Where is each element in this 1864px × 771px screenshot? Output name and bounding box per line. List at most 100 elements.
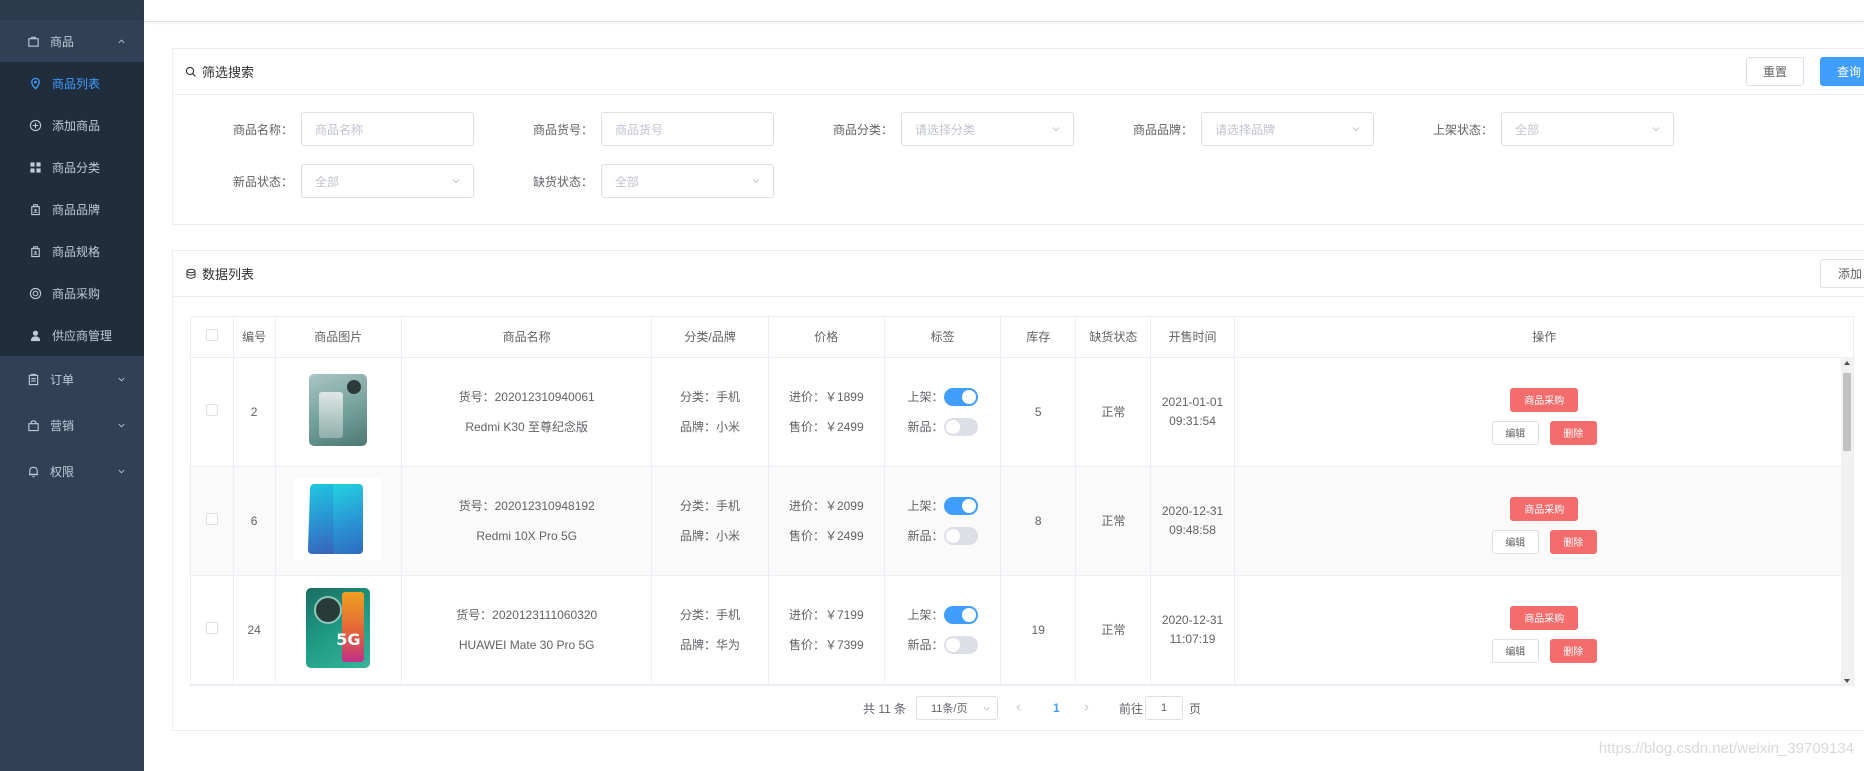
sidebar-item-goods-category[interactable]: 商品分类 xyxy=(0,146,144,188)
sale-date: 2021-01-01 xyxy=(1161,394,1224,409)
page-size-select[interactable]: 11条/页 xyxy=(916,696,998,720)
data-card-header: 数据列表 xyxy=(173,251,1864,297)
grid-icon xyxy=(28,160,42,174)
category-select-value: 请选择分类 xyxy=(915,122,976,137)
stockout-select-value: 全部 xyxy=(615,174,640,189)
cell-image xyxy=(275,466,402,576)
sidebar-item-label: 添加商品 xyxy=(52,118,101,133)
row-checkbox[interactable] xyxy=(205,513,218,525)
sidebar-top xyxy=(0,0,144,20)
category-select[interactable]: 请选择分类 xyxy=(901,112,1074,146)
delete-button[interactable]: 删除 xyxy=(1549,638,1597,663)
select-all-checkbox[interactable] xyxy=(205,329,218,342)
new-select[interactable]: 全部 xyxy=(301,164,474,198)
form-item-stockout: 缺货状态： 全部 xyxy=(473,164,774,198)
query-button[interactable]: 查询 xyxy=(1820,57,1864,86)
sn-input[interactable]: 商品货号 xyxy=(601,112,774,146)
sidebar-item-goods-list[interactable]: 商品列表 xyxy=(0,62,144,104)
sidebar-item-label: 供应商管理 xyxy=(52,328,113,343)
cell-name: 货号：2020123111060320 HUAWEI Mate 30 Pro 5… xyxy=(401,575,653,685)
cell-tags: 上架： 新品： xyxy=(884,575,1002,685)
menu-group-permission[interactable]: 权限 xyxy=(0,448,144,494)
scroll-up-icon[interactable] xyxy=(1843,359,1851,367)
reset-button[interactable]: 重置 xyxy=(1746,57,1804,86)
cell-sale-time: 2020-12-31 11:07:19 xyxy=(1150,575,1235,685)
product-name: Redmi K30 至尊纪念版 xyxy=(465,419,589,434)
publish-select[interactable]: 全部 xyxy=(1501,112,1674,146)
delete-button[interactable]: 删除 xyxy=(1549,420,1597,445)
filter-title: 筛选搜索 xyxy=(202,65,255,80)
pagination: 共 11 条 11条/页 1 前往 1 页 xyxy=(173,696,1864,720)
menu-group-marketing[interactable]: 营销 xyxy=(0,402,144,448)
new-switch[interactable] xyxy=(943,635,978,654)
edit-button[interactable]: 编辑 xyxy=(1491,420,1539,445)
product-sn: 货号：2020123111060320 xyxy=(456,607,598,622)
current-page[interactable]: 1 xyxy=(1053,701,1060,715)
row-checkbox[interactable] xyxy=(205,622,218,634)
new-switch[interactable] xyxy=(943,417,978,436)
name-input[interactable]: 商品名称 xyxy=(301,112,474,146)
sidebar-item-add-goods[interactable]: 添加商品 xyxy=(0,104,144,146)
purchase-button[interactable]: 商品采购 xyxy=(1510,605,1579,630)
purchase-button[interactable]: 商品采购 xyxy=(1510,496,1579,521)
location-icon xyxy=(28,76,42,90)
goto-label: 前往 xyxy=(1119,701,1144,716)
cell-actions: 商品采购 编辑 删除 xyxy=(1234,466,1853,576)
add-button[interactable]: 添加 xyxy=(1820,259,1864,288)
table-row: 6 货号：202012310948192 Redmi 10X Pro 5G 分类… xyxy=(191,466,1853,576)
sidebar-item-supplier[interactable]: 供应商管理 xyxy=(0,314,144,356)
scroll-down-icon[interactable] xyxy=(1843,677,1851,685)
column-header: 操作 xyxy=(1234,317,1853,358)
brand-select-value: 请选择品牌 xyxy=(1215,122,1276,137)
new-tag-label: 新品： xyxy=(907,638,944,652)
bag-icon xyxy=(26,34,40,48)
row-checkbox-cell[interactable] xyxy=(191,575,234,685)
cell-price: 进价：￥7199 售价：￥7399 xyxy=(768,575,885,685)
column-header: 价格 xyxy=(768,317,885,358)
publish-switch[interactable] xyxy=(943,387,978,406)
edit-button[interactable]: 编辑 xyxy=(1491,638,1539,663)
product-image xyxy=(309,374,368,446)
next-page-icon[interactable] xyxy=(1082,703,1091,712)
chevron-up-icon xyxy=(118,39,125,44)
row-checkbox[interactable] xyxy=(205,404,218,416)
sidebar-item-goods-purchase[interactable]: 商品采购 xyxy=(0,272,144,314)
product-price: 售价：￥2499 xyxy=(788,528,864,543)
row-checkbox-cell[interactable] xyxy=(191,466,234,576)
cell-name: 货号：202012310948192 Redmi 10X Pro 5G xyxy=(401,466,653,576)
cell-tags: 上架： 新品： xyxy=(884,466,1002,576)
publish-switch[interactable] xyxy=(943,496,978,515)
cell-sale-time: 2020-12-31 09:48:58 xyxy=(1150,466,1235,576)
header-checkbox-cell[interactable] xyxy=(191,317,234,358)
publish-switch[interactable] xyxy=(943,605,978,624)
sale-date: 2020-12-31 xyxy=(1161,612,1224,627)
edit-button[interactable]: 编辑 xyxy=(1491,529,1539,554)
delete-button[interactable]: 删除 xyxy=(1549,529,1597,554)
cell-stock-status: 正常 xyxy=(1075,575,1152,685)
sale-date: 2020-12-31 xyxy=(1161,503,1224,518)
product-price: 售价：￥7399 xyxy=(788,637,864,652)
table-scrollbar[interactable] xyxy=(1841,357,1853,685)
cell-image: 5G xyxy=(275,575,402,685)
publish-tag-label: 上架： xyxy=(907,390,944,404)
cell-stock-status: 正常 xyxy=(1075,357,1152,467)
cell-tags: 上架： 新品： xyxy=(884,357,1002,467)
page-unit: 页 xyxy=(1189,701,1202,716)
purchase-button[interactable]: 商品采购 xyxy=(1510,387,1579,412)
cell-price: 进价：￥1899 售价：￥2499 xyxy=(768,357,885,467)
product-name: Redmi 10X Pro 5G xyxy=(476,528,578,543)
row-checkbox-cell[interactable] xyxy=(191,357,234,467)
filter-card: 筛选搜索 重置 查询 商品名称： 商品名称 商品货号： 商品货号 商品分类： 请… xyxy=(172,48,1864,225)
menu-group-goods[interactable]: 商品 xyxy=(0,20,144,62)
menu-group-order[interactable]: 订单 xyxy=(0,356,144,402)
brand-select[interactable]: 请选择品牌 xyxy=(1201,112,1374,146)
cell-id: 24 xyxy=(233,575,276,685)
sidebar-item-label: 商品规格 xyxy=(52,244,101,259)
prev-page-icon[interactable] xyxy=(1014,703,1023,712)
scrollbar-thumb[interactable] xyxy=(1843,373,1851,451)
sidebar-item-goods-brand[interactable]: 商品品牌 xyxy=(0,188,144,230)
sidebar-item-goods-spec[interactable]: 商品规格 xyxy=(0,230,144,272)
new-switch[interactable] xyxy=(943,526,978,545)
goto-page-input[interactable]: 1 xyxy=(1145,696,1183,720)
stockout-select[interactable]: 全部 xyxy=(601,164,774,198)
